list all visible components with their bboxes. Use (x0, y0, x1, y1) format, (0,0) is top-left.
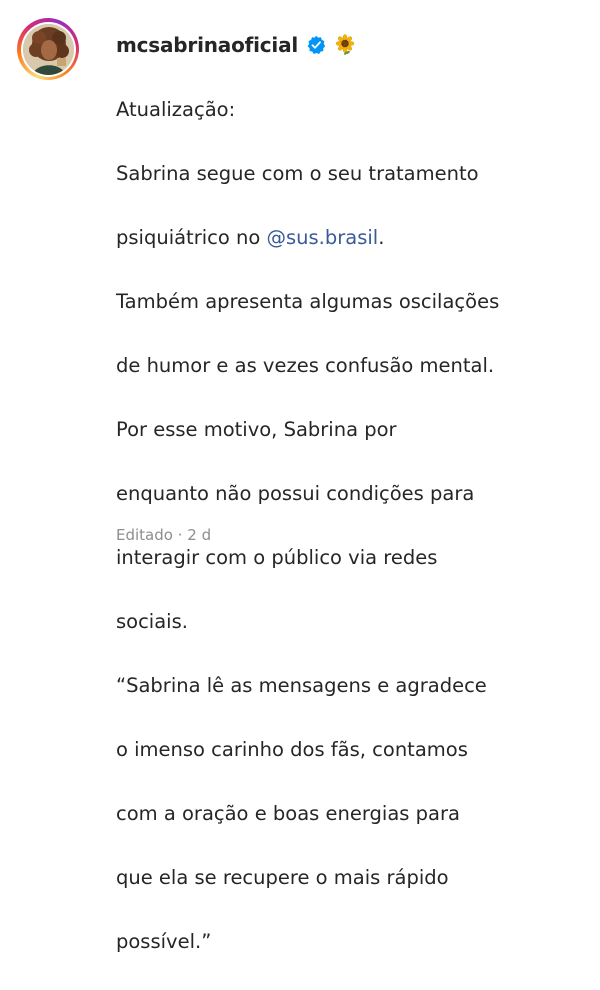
caption-line: o imenso carinho dos fãs, contamos (116, 738, 468, 761)
caption-line-text: psiquiátrico no (116, 226, 267, 249)
caption-content: mcsabrinaoficial Atualização: Sabrina se… (116, 30, 586, 990)
avatar-image (22, 23, 74, 75)
meta-separator: · (177, 526, 183, 544)
mention-suffix: . (378, 226, 385, 249)
sunflower-icon (335, 34, 355, 55)
avatar-gap (20, 21, 76, 77)
caption-line: Também apresenta algumas oscilações (116, 290, 500, 313)
edited-label: Editado (116, 526, 173, 544)
caption-line: possível.” (116, 930, 212, 953)
caption-line: interagir com o público via redes (116, 546, 438, 569)
caption-line: sociais. (116, 610, 188, 633)
post-meta: Editado · 2 d (116, 526, 211, 544)
caption-line: Por esse motivo, Sabrina por (116, 418, 397, 441)
caption-line: de humor e as vezes confusão mental. (116, 354, 495, 377)
caption-header: mcsabrinaoficial (116, 30, 586, 60)
caption-line: que ela se recupere o mais rápido (116, 866, 449, 889)
caption-line: Atualização: (116, 98, 236, 121)
caption-line: Sabrina segue com o seu tratamento (116, 162, 479, 185)
verified-badge-icon (307, 35, 326, 54)
post-caption: mcsabrinaoficial Atualização: Sabrina se… (0, 0, 600, 953)
caption-line: com a oração e boas energias para (116, 802, 460, 825)
username-link[interactable]: mcsabrinaoficial (116, 33, 298, 57)
mention-link[interactable]: @sus.brasil (266, 226, 378, 249)
avatar-story-ring[interactable] (17, 18, 79, 80)
avatar[interactable] (22, 23, 74, 75)
caption-line: enquanto não possui condições para (116, 482, 475, 505)
caption-line-with-mention: psiquiátrico no @sus.brasil. (116, 222, 586, 254)
timestamp-link[interactable]: 2 d (187, 526, 211, 544)
caption-line: “Sabrina lê as mensagens e agradece (116, 674, 487, 697)
